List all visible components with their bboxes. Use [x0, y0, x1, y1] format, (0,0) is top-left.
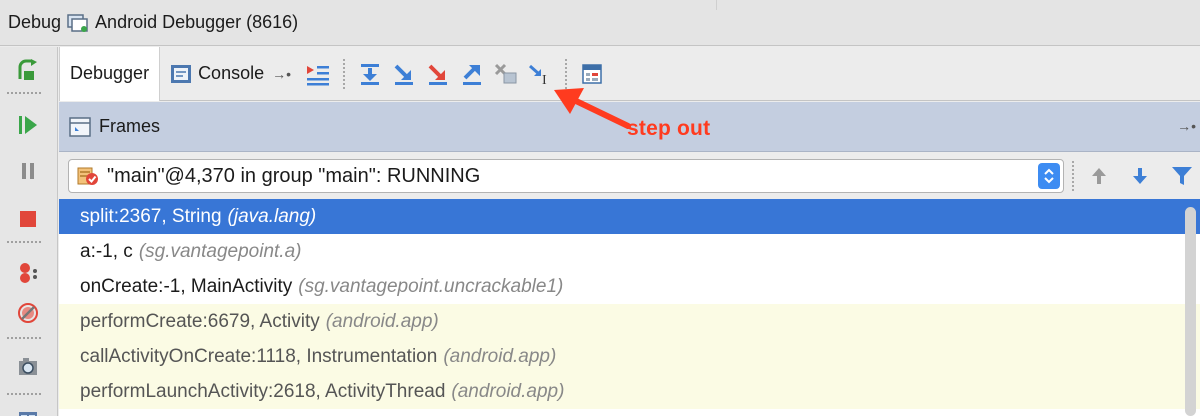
mute-breakpoints-icon[interactable] — [14, 299, 42, 327]
dropdown-stepper-icon[interactable] — [1038, 163, 1060, 189]
frame-package: (sg.vantagepoint.uncrackable1) — [298, 275, 564, 297]
frame-row[interactable]: callActivityOnCreate:1118, Instrumentati… — [59, 339, 1200, 374]
tool-window-label: Debug — [8, 12, 62, 32]
annotation-label: step out — [627, 117, 711, 140]
window-title: Android Debugger (8616) — [95, 12, 299, 32]
tab-debugger-label: Debugger — [70, 63, 150, 83]
rerun-icon[interactable] — [14, 57, 42, 85]
pin-panel-icon[interactable]: →• — [1177, 118, 1196, 134]
left-debug-toolbar — [0, 47, 58, 416]
toolbar-divider — [6, 337, 42, 339]
debugger-app-icon — [67, 13, 89, 33]
console-icon — [170, 64, 192, 84]
thread-dropdown[interactable]: "main"@4,370 in group "main": RUNNING — [68, 159, 1064, 193]
step-over-icon[interactable] — [353, 57, 387, 91]
frames-list: split:2367, String (java.lang) a:-1, c (… — [59, 199, 1200, 416]
frame-method: split:2367, String — [80, 205, 222, 227]
force-step-into-icon[interactable] — [421, 57, 455, 91]
previous-frame-icon[interactable] — [1086, 163, 1112, 189]
pin-tab-icon[interactable]: →• — [272, 66, 291, 82]
toolbar-divider — [6, 393, 42, 395]
next-frame-icon[interactable] — [1127, 163, 1153, 189]
frames-icon — [69, 116, 91, 137]
titlebar-divider — [716, 0, 717, 10]
frames-scrollbar[interactable] — [1185, 207, 1196, 416]
pause-icon[interactable] — [14, 157, 42, 185]
thread-dropdown-value: "main"@4,370 in group "main": RUNNING — [107, 164, 481, 187]
filter-icon[interactable] — [1169, 163, 1195, 189]
tab-console-label: Console — [198, 63, 265, 83]
toolbar-separator — [343, 58, 346, 89]
frame-package: (java.lang) — [227, 205, 317, 227]
step-out-icon[interactable] — [455, 57, 489, 91]
frame-row[interactable]: split:2367, String (java.lang) — [59, 199, 1200, 234]
frame-package: (android.app) — [443, 345, 557, 367]
toolbar-divider — [6, 92, 42, 94]
toolbar-separator — [1072, 161, 1074, 191]
view-breakpoints-icon[interactable] — [14, 259, 42, 287]
layout-icon[interactable] — [14, 403, 42, 416]
frame-package: (android.app) — [325, 310, 439, 332]
tool-window-titlebar: Debug Android Debugger (8616) — [0, 0, 1200, 46]
frames-panel-title: Frames — [99, 116, 161, 136]
step-into-icon[interactable] — [387, 57, 421, 91]
frame-method: onCreate:-1, MainActivity — [80, 275, 293, 297]
frame-method: a:-1, c — [80, 240, 133, 262]
frame-method: callActivityOnCreate:1118, Instrumentati… — [80, 345, 438, 367]
thread-state-icon — [77, 165, 99, 187]
frame-package: (sg.vantagepoint.a) — [138, 240, 302, 262]
frame-row[interactable]: onCreate:-1, MainActivity (sg.vantagepoi… — [59, 269, 1200, 304]
frame-row[interactable]: performCreate:6679, Activity (android.ap… — [59, 304, 1200, 339]
tab-debugger[interactable]: Debugger — [59, 46, 161, 101]
tab-console[interactable]: Console →• — [160, 47, 301, 101]
show-execution-point-icon[interactable] — [301, 57, 335, 91]
toolbar-divider — [6, 241, 42, 243]
resume-icon[interactable] — [14, 111, 42, 139]
frame-row[interactable]: a:-1, c (sg.vantagepoint.a) — [59, 234, 1200, 269]
annotation-arrow — [554, 88, 631, 129]
frame-method: performCreate:6679, Activity — [80, 310, 320, 332]
frame-row[interactable]: performLaunchActivity:2618, ActivityThre… — [59, 374, 1200, 409]
thread-selector-row: "main"@4,370 in group "main": RUNNING — [59, 153, 1200, 199]
camera-icon[interactable] — [14, 353, 42, 381]
stop-icon[interactable] — [14, 205, 42, 233]
frame-method: performLaunchActivity:2618, ActivityThre… — [80, 380, 446, 402]
drop-frame-icon[interactable] — [489, 57, 523, 91]
frame-package: (android.app) — [451, 380, 565, 402]
